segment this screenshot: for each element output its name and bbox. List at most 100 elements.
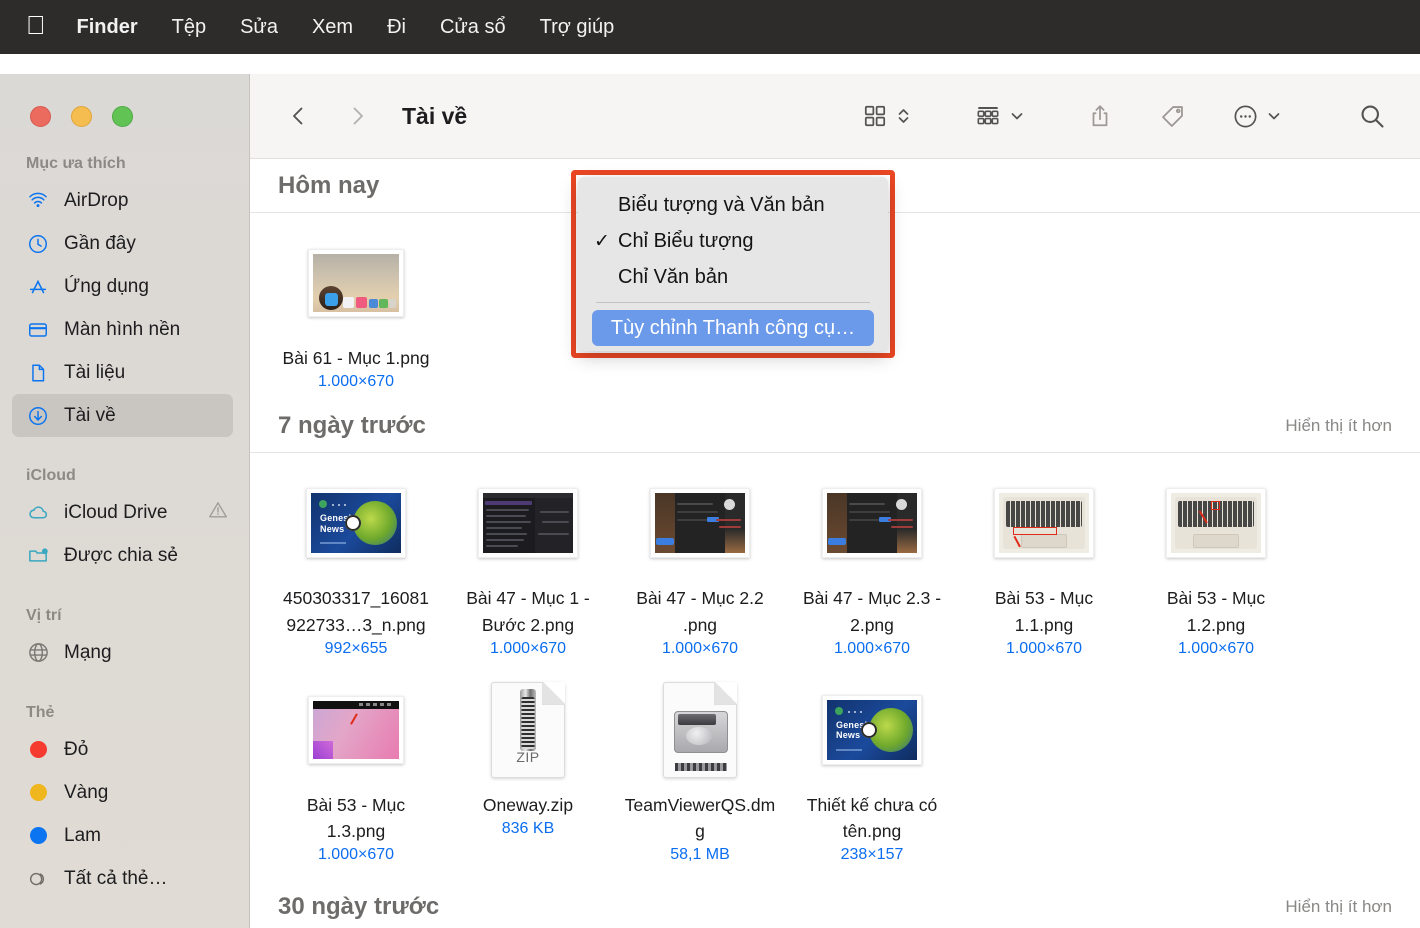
menu-item-label: Chỉ Biểu tượng xyxy=(618,229,754,252)
sidebar-item-documents[interactable]: Tài liệu xyxy=(12,351,233,394)
ellipsis-circle-icon xyxy=(1234,105,1257,127)
menu-item-window[interactable]: Cửa sổ xyxy=(423,14,523,41)
file-thumbnail: Genesis News xyxy=(306,475,406,571)
file-meta: 992×655 xyxy=(324,639,388,657)
sidebar-item-tag-blue[interactable]: Lam xyxy=(12,814,233,857)
file-meta: 1.000×670 xyxy=(1005,639,1083,657)
file-name: Bài 53 - Mục 1.2.png xyxy=(1166,588,1266,635)
section-action-show-less[interactable]: Hiển thị ít hơn xyxy=(1285,416,1392,436)
menu-item-icon-and-text[interactable]: Biểu tượng và Văn bản xyxy=(578,187,888,223)
share-button[interactable] xyxy=(1079,99,1121,133)
icon-view-grid-button[interactable] xyxy=(854,99,920,133)
customize-toolbar-button[interactable]: Tùy chỉnh Thanh công cụ… xyxy=(592,310,874,346)
sidebar-item-label: AirDrop xyxy=(64,189,129,211)
sidebar-item-downloads[interactable]: Tài về xyxy=(12,394,233,437)
all-tags-icon xyxy=(26,867,50,891)
sidebar-group-tags-title: Thẻ xyxy=(26,704,55,721)
file-item[interactable]: ZIP Oneway.zip 836 KB xyxy=(442,681,614,865)
appstore-icon xyxy=(26,275,50,299)
file-item[interactable]: Genesis News Thiết kế chưa có tên.png 238… xyxy=(786,682,958,865)
toolbar-display-context-menu[interactable]: Biểu tượng và Văn bản ✓ Chỉ Biểu tượng C… xyxy=(578,177,888,351)
sidebar-item-tag-yellow[interactable]: Vàng xyxy=(12,771,233,814)
forward-button[interactable] xyxy=(338,97,376,135)
more-actions-button[interactable] xyxy=(1224,99,1290,134)
section-header-7days: 7 ngày trước Hiển thị ít hơn xyxy=(250,399,1420,454)
apple-logo-icon[interactable]:  xyxy=(22,12,60,42)
sidebar-item-label: Vàng xyxy=(64,781,109,803)
file-meta: 1.000×670 xyxy=(833,639,911,657)
file-item[interactable]: Genesis News 450303317_16081922733…3_n.pn… xyxy=(270,475,442,658)
warning-icon xyxy=(207,499,229,527)
file-name: Bài 47 - Mục 1 - Bước 2.png xyxy=(466,588,590,635)
page-title: Tài về xyxy=(402,102,468,129)
section-action-show-less[interactable]: Hiển thị ít hơn xyxy=(1285,897,1392,917)
menu-item-icon-only[interactable]: ✓ Chỉ Biểu tượng xyxy=(578,223,888,259)
menu-item-go[interactable]: Đi xyxy=(370,14,423,41)
tag-dot-icon xyxy=(26,781,50,805)
file-thumbnail: ZIP xyxy=(491,681,565,778)
menu-item-help[interactable]: Trợ giúp xyxy=(523,14,632,41)
file-item[interactable]: Bài 47 - Mục 2.3 - 2.png 1.000×670 xyxy=(786,475,958,658)
tag-dot-icon xyxy=(26,824,50,848)
search-button[interactable] xyxy=(1350,98,1394,134)
file-item[interactable]: Bài 47 - Mục 1 - Bước 2.png 1.000×670 xyxy=(442,475,614,658)
globe-icon xyxy=(26,641,50,665)
file-item[interactable]: Bài 53 - Mục 1.3.png 1.000×670 xyxy=(270,682,442,865)
sidebar-item-label: Được chia sẻ xyxy=(64,544,178,566)
section-header-30days: 30 ngày trước Hiển thị ít hơn xyxy=(250,880,1420,928)
sidebar-item-airdrop[interactable]: AirDrop xyxy=(12,179,233,222)
file-item[interactable]: Bài 47 - Mục 2.2 .png 1.000×670 xyxy=(614,475,786,658)
file-thumbnail xyxy=(308,235,404,331)
menu-separator xyxy=(596,302,870,303)
back-button[interactable] xyxy=(280,97,318,135)
menu-item-finder[interactable]: Finder xyxy=(60,14,155,41)
sidebar-item-label: Gần đây xyxy=(64,232,136,254)
chevron-down-icon xyxy=(1268,113,1280,120)
sidebar-item-label: Tất cả thẻ… xyxy=(64,867,168,889)
sidebar-item-applications[interactable]: Ứng dụng xyxy=(12,265,233,308)
file-thumbnail: Genesis News xyxy=(822,682,922,778)
file-thumbnail xyxy=(1166,475,1266,571)
sidebar-item-all-tags[interactable]: Tất cả thẻ… xyxy=(12,857,233,900)
sidebar-item-recents[interactable]: Gần đây xyxy=(12,222,233,265)
close-button[interactable] xyxy=(30,106,51,127)
sidebar-item-icloud-drive[interactable]: iCloud Drive xyxy=(12,491,233,534)
menu-item-text-only[interactable]: Chỉ Văn bản xyxy=(578,259,888,295)
sidebar: Mục ưa thích AirDrop Gần đây Ứng dụng Mà… xyxy=(0,74,250,928)
file-name: TeamViewerQS.dmg xyxy=(624,794,776,841)
group-by-button[interactable] xyxy=(966,99,1033,133)
file-name: Bài 47 - Mục 2.3 - 2.png xyxy=(802,588,942,635)
file-item[interactable]: TeamViewerQS.dmg 58,1 MB xyxy=(614,681,786,865)
sidebar-item-label: Đỏ xyxy=(64,738,89,760)
file-item[interactable]: Bài 53 - Mục 1.2.png 1.000×670 xyxy=(1130,475,1302,658)
sidebar-item-label: iCloud Drive xyxy=(64,501,168,523)
sidebar-item-desktop[interactable]: Màn hình nền xyxy=(12,308,233,351)
sidebar-item-tag-red[interactable]: Đỏ xyxy=(12,728,233,771)
section-title: 7 ngày trước xyxy=(278,411,426,439)
file-name: Thiết kế chưa có tên.png xyxy=(806,794,938,841)
sidebar-item-network[interactable]: Mạng xyxy=(12,631,233,674)
file-thumbnail xyxy=(663,681,737,778)
tag-button[interactable] xyxy=(1151,99,1194,134)
search-icon xyxy=(1361,105,1384,128)
file-item[interactable]: Bài 61 - Mục 1.png 1.000×670 xyxy=(270,235,442,391)
file-name: 450303317_16081922733…3_n.png xyxy=(283,588,429,635)
menu-item-edit[interactable]: Sửa xyxy=(223,14,295,41)
zoom-button[interactable] xyxy=(112,106,133,127)
sidebar-item-shared[interactable]: Được chia sẻ xyxy=(12,534,233,577)
menu-item-label: Biểu tượng và Văn bản xyxy=(618,193,825,216)
file-thumbnail xyxy=(994,475,1094,571)
minimize-button[interactable] xyxy=(71,106,92,127)
menu-item-view[interactable]: Xem xyxy=(295,14,370,41)
document-icon xyxy=(26,361,50,385)
file-item[interactable]: Bài 53 - Mục 1.1.png 1.000×670 xyxy=(958,475,1130,658)
file-meta: 1.000×670 xyxy=(661,639,739,657)
menu-item-file[interactable]: Tệp xyxy=(155,14,223,41)
file-meta: 836 KB xyxy=(501,820,555,837)
section-title: 30 ngày trước xyxy=(278,892,440,920)
disk-image-icon xyxy=(663,681,737,778)
sidebar-group-favorites-title: Mục ưa thích xyxy=(26,155,126,172)
zip-file-icon: ZIP xyxy=(491,681,565,778)
sidebar-item-label: Màn hình nền xyxy=(64,318,181,340)
shared-folder-icon xyxy=(26,544,50,568)
